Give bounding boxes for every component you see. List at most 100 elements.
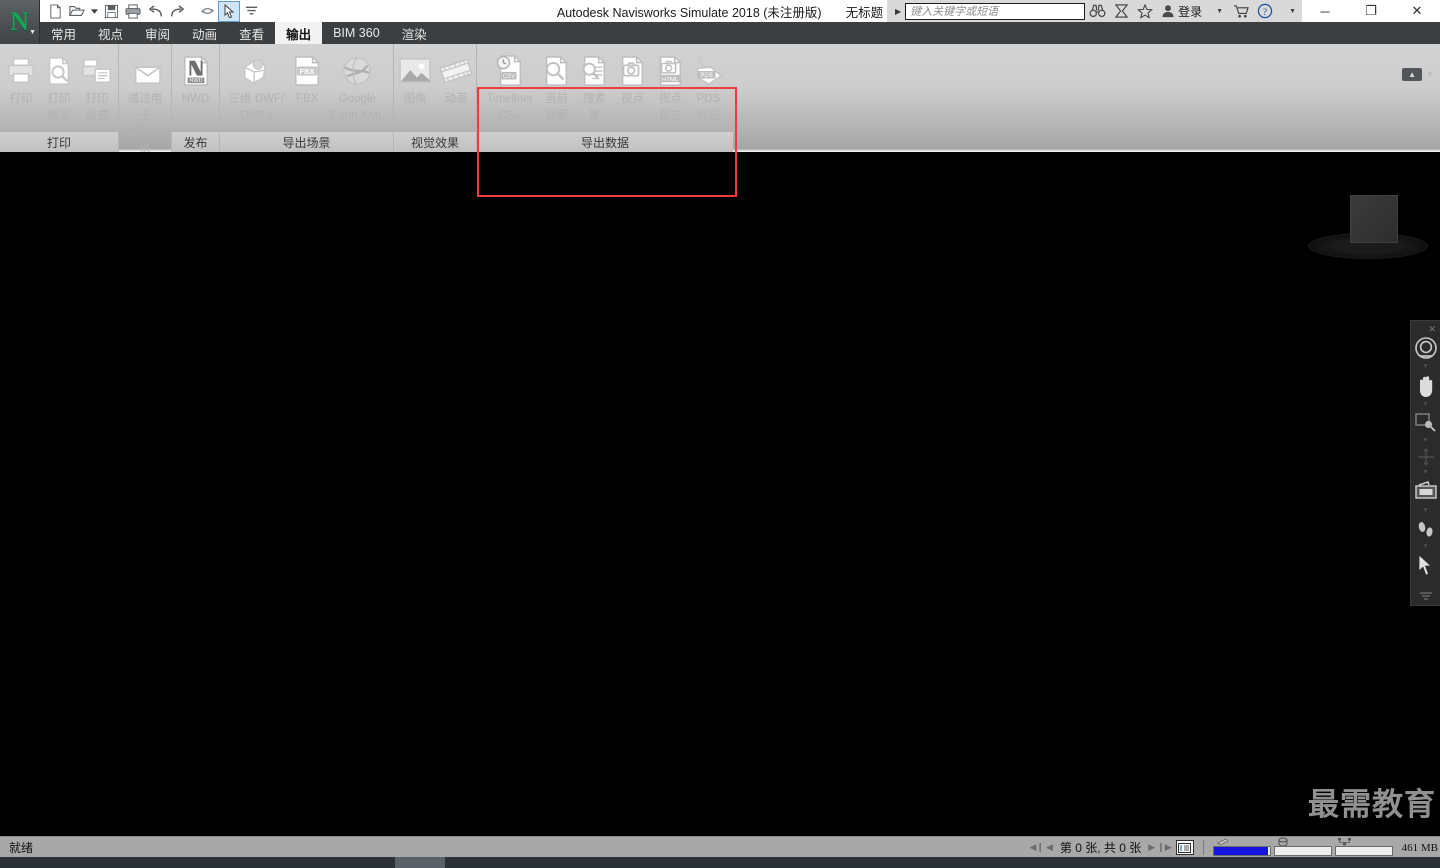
minimize-button[interactable]: ─	[1302, 0, 1348, 22]
cart-icon[interactable]	[1229, 0, 1253, 22]
navisworks-window: Autodesk Navisworks Simulate 2018 (未注册版)…	[0, 0, 1440, 868]
tab-5[interactable]: 输出	[275, 22, 323, 44]
ribbon-group-body: 三维 DWF/ DWFx FBX FBX Google Earth KML	[220, 44, 393, 131]
ribbon-button-dwf-3d[interactable]: 三维 DWF/ DWFx	[225, 49, 289, 125]
ribbon-group-export-data: CSV Timeliner CSV 当前 搜索 搜索 集视点 HTML 视点 报告 PDS P…	[477, 44, 733, 152]
select-arrow-icon[interactable]	[1413, 551, 1439, 581]
application-menu-button[interactable]: N ▼	[0, 0, 40, 44]
search-input[interactable]: 键入关键字或短语	[905, 2, 1086, 20]
login-button[interactable]: 登录	[1157, 3, 1204, 20]
ribbon-minimize-icon[interactable]: ▲	[1402, 68, 1423, 81]
ribbon-button-label: 打印 预览	[47, 93, 71, 122]
view-cube[interactable]	[1308, 195, 1428, 267]
os-taskbar[interactable]	[0, 857, 1440, 868]
csv-clock-file-icon: CSV	[495, 51, 525, 91]
binoculars-icon[interactable]	[1085, 0, 1109, 22]
ribbon-button-print-preview[interactable]: 打印 预览	[40, 49, 78, 125]
new-file-icon[interactable]	[44, 1, 66, 22]
html-camera-file-icon: HTML	[655, 51, 685, 91]
close-button[interactable]: ✕	[1394, 0, 1440, 22]
ribbon-button-nwd[interactable]: NWD NWD	[177, 49, 215, 108]
tab-0[interactable]: 常用	[40, 22, 87, 44]
quick-access-toolbar[interactable]	[44, 0, 262, 22]
ribbon-button-viewpoint-report[interactable]: HTML 视点 报告	[651, 49, 689, 125]
orbit-icon[interactable]	[1413, 445, 1439, 469]
status-bar: 就绪 ◀❙ ◀ 第 0 张, 共 0 张 ▶ ❙▶ 461 MB	[0, 836, 1440, 857]
pan-caret-icon[interactable]: ▼	[1422, 401, 1429, 409]
taskbar-active-segment[interactable]	[395, 857, 445, 868]
help-dropdown-icon[interactable]: ▼	[1277, 8, 1302, 15]
redo-icon[interactable]	[166, 1, 188, 22]
navigation-bar[interactable]: ✕ ▼ ▼ ▼ ▼ ▼ ▼	[1410, 320, 1440, 606]
ribbon-button-current-search[interactable]: 当前 搜索	[537, 49, 575, 125]
help-icon[interactable]: ?	[1253, 0, 1277, 22]
ribbon-group-label-text: 导出场景	[282, 135, 331, 150]
ribbon-button-pds-tag[interactable]: PDS PDS 标记	[689, 49, 727, 125]
previous-sheet-button[interactable]: ◀	[1045, 842, 1054, 853]
sheet-navigation[interactable]: ◀❙ ◀ 第 0 张, 共 0 张 ▶ ❙▶	[1028, 839, 1194, 856]
ribbon-button-image[interactable]: 图像	[394, 49, 436, 108]
sheet-browser-button[interactable]	[1175, 840, 1194, 855]
ribbon-button-send-by-email[interactable]: 通过电子 邮件发送	[119, 49, 171, 159]
ribbon-minimize-control[interactable]: ▲ ▼	[1402, 68, 1434, 81]
walk-icon[interactable]	[1413, 515, 1439, 543]
ribbon-button-label: FBX	[295, 93, 319, 105]
tab-2[interactable]: 审阅	[134, 22, 181, 44]
ribbon-button-google-earth-kml[interactable]: Google Earth KML	[326, 49, 388, 125]
zoom-window-icon[interactable]	[1413, 409, 1439, 437]
zoom-caret-icon[interactable]: ▼	[1422, 437, 1429, 445]
steering-wheel-caret-icon[interactable]: ▼	[1422, 363, 1429, 371]
login-dropdown-icon[interactable]: ▼	[1204, 8, 1229, 15]
picture-icon	[398, 51, 432, 91]
ribbon-button-viewpoint[interactable]: 视点	[613, 49, 651, 108]
steering-wheel-icon[interactable]	[1413, 333, 1439, 363]
navigation-bar-close-icon[interactable]: ✕	[1428, 325, 1436, 334]
undo-icon[interactable]	[144, 1, 166, 22]
last-sheet-button[interactable]: ❙▶	[1156, 842, 1172, 853]
pan-hand-icon[interactable]	[1413, 371, 1439, 401]
ribbon-group-publish: NWD NWD 发布	[172, 44, 219, 152]
look-caret-icon[interactable]: ▼	[1422, 507, 1429, 515]
select-cursor-icon[interactable]	[218, 0, 240, 22]
print-setup-icon	[82, 51, 112, 91]
ribbon-group-export-scene: 三维 DWF/ DWFx FBX FBX Google Earth KML 导出场景	[220, 44, 393, 152]
tab-1[interactable]: 视点	[87, 22, 134, 44]
ribbon-button-print[interactable]: 打印	[2, 49, 40, 108]
first-sheet-button[interactable]: ◀❙	[1028, 842, 1044, 853]
tab-4[interactable]: 查看	[228, 22, 275, 44]
login-label: 登录	[1178, 4, 1203, 19]
ribbon-button-print-setup[interactable]: 打印 设置	[78, 49, 116, 125]
infocenter-expand-icon[interactable]: ▶	[891, 7, 905, 16]
3d-viewport[interactable]: ✕ ▼ ▼ ▼ ▼ ▼ ▼ 最需教育	[0, 152, 1440, 836]
subscription-icon[interactable]	[1109, 0, 1133, 22]
tab-6[interactable]: BIM 360	[322, 22, 391, 44]
ribbon-button-animation[interactable]: 动画	[436, 49, 476, 108]
refresh-icon[interactable]	[196, 1, 218, 22]
look-around-icon[interactable]	[1413, 477, 1439, 507]
app-menu-caret-icon: ▼	[29, 29, 36, 36]
ribbon-group-body: 图像 动画	[394, 44, 476, 131]
walk-caret-icon[interactable]: ▼	[1422, 543, 1429, 551]
open-file-dropdown-icon[interactable]	[88, 1, 100, 22]
ribbon-button-search-set[interactable]: 搜索 集	[575, 49, 613, 125]
view-cube-box[interactable]	[1350, 195, 1398, 243]
tab-label: 常用	[51, 27, 77, 42]
ribbon-button-fbx[interactable]: FBX FBX	[288, 49, 326, 108]
disk-gauge-track	[1273, 845, 1332, 856]
ribbon-minimize-caret-icon[interactable]: ▼	[1426, 70, 1434, 79]
orbit-caret-icon[interactable]: ▼	[1422, 469, 1429, 477]
maximize-button[interactable]: ❐	[1348, 0, 1394, 22]
next-sheet-button[interactable]: ▶	[1147, 842, 1156, 853]
ribbon-tab-strip[interactable]: 常用 视点 审阅 动画 查看 输出 BIM 360 渲染	[40, 22, 1440, 44]
open-file-icon[interactable]	[66, 1, 88, 22]
tab-3[interactable]: 动画	[181, 22, 228, 44]
print-icon[interactable]	[122, 1, 144, 22]
customize-qat-icon[interactable]	[240, 1, 262, 22]
ribbon-group-print: 打印 打印 预览 打印 设置 打印	[0, 44, 118, 152]
navigation-bar-options-icon[interactable]	[1413, 592, 1439, 605]
tab-7[interactable]: 渲染	[391, 22, 438, 44]
ribbon-button-timeliner-csv[interactable]: CSV Timeliner CSV	[483, 49, 538, 125]
favorites-star-icon[interactable]	[1133, 0, 1157, 22]
save-icon[interactable]	[100, 1, 122, 22]
nwd-file-icon: NWD	[182, 51, 210, 91]
